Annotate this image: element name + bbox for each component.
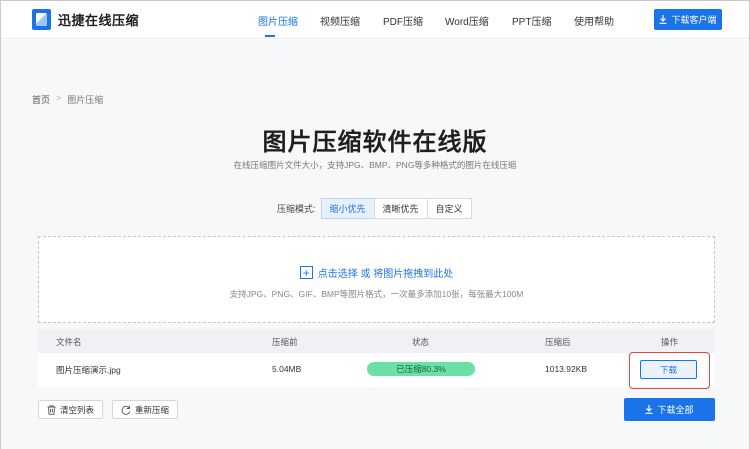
nav-item-help[interactable]: 使用帮助 xyxy=(574,13,614,28)
download-client-label: 下载客户端 xyxy=(671,15,717,25)
row-filename: 图片压缩演示.jpg xyxy=(56,365,121,375)
logo[interactable]: 迅捷在线压缩 xyxy=(32,9,139,30)
column-header-status: 状态 xyxy=(412,337,430,347)
download-icon xyxy=(659,15,667,24)
breadcrumb: 首页 > 图片压缩 xyxy=(32,93,103,106)
refresh-icon xyxy=(121,405,131,415)
breadcrumb-current: 图片压缩 xyxy=(67,95,104,105)
mode-option-custom[interactable]: 自定义 xyxy=(426,198,472,219)
row-size-before: 5.04MB xyxy=(272,364,302,374)
column-header-before: 压缩前 xyxy=(272,337,298,347)
recompress-button[interactable]: 重新压缩 xyxy=(112,400,179,419)
mode-option-quality-first[interactable]: 清晰优先 xyxy=(373,198,428,219)
download-icon xyxy=(645,405,653,414)
row-status-badge: 已压缩80.3% xyxy=(367,362,475,376)
nav-item-image-compress[interactable]: 图片压缩 xyxy=(258,13,298,28)
logo-zip-icon xyxy=(32,9,51,30)
column-header-action: 操作 xyxy=(661,337,679,347)
recompress-label: 重新压缩 xyxy=(135,404,170,415)
breadcrumb-home[interactable]: 首页 xyxy=(32,93,50,106)
row-download-button[interactable]: 下载 xyxy=(640,360,697,379)
nav-item-ppt-compress[interactable]: PPT压缩 xyxy=(512,13,551,28)
page-title: 图片压缩软件在线版 xyxy=(262,129,488,156)
nav-active-indicator xyxy=(265,35,275,37)
top-navbar: 迅捷在线压缩 图片压缩 视频压缩 PDF压缩 Word压缩 PPT压缩 使用帮助… xyxy=(1,1,749,39)
nav-item-pdf-compress[interactable]: PDF压缩 xyxy=(383,13,423,28)
column-header-after: 压缩后 xyxy=(545,337,571,347)
add-plus-icon: + xyxy=(299,266,313,279)
upload-prompt-row[interactable]: + 点击选择 或 将图片拖拽到此处 xyxy=(39,265,714,280)
logo-text: 迅捷在线压缩 xyxy=(58,13,140,28)
compression-mode-selector: 压缩模式: 缩小优先 清晰优先 自定义 xyxy=(277,198,472,219)
breadcrumb-separator: > xyxy=(56,93,62,103)
column-header-filename: 文件名 xyxy=(56,337,82,347)
download-all-button[interactable]: 下载全部 xyxy=(624,398,715,421)
upload-hint: 支持JPG、PNG、GIF、BMP等图片格式，一次最多添加10张，每张最大100… xyxy=(229,289,524,299)
table-header: 文件名 压缩前 状态 压缩后 操作 xyxy=(38,329,715,353)
upload-dropzone[interactable]: + 点击选择 或 将图片拖拽到此处 支持JPG、PNG、GIF、BMP等图片格式… xyxy=(38,236,715,323)
nav-item-video-compress[interactable]: 视频压缩 xyxy=(320,13,360,28)
mode-option-size-first[interactable]: 缩小优先 xyxy=(320,198,375,219)
nav-item-word-compress[interactable]: Word压缩 xyxy=(445,13,489,28)
page-subtitle: 在线压缩图片文件大小，支持JPG、BMP、PNG等多种格式的图片在线压缩 xyxy=(233,160,517,170)
clear-list-label: 清空列表 xyxy=(60,404,95,415)
trash-icon xyxy=(47,404,56,415)
file-table: 文件名 压缩前 状态 压缩后 操作 图片压缩演示.jpg 5.04MB 已压缩8… xyxy=(38,329,715,389)
row-size-after: 1013.92KB xyxy=(545,364,588,374)
upload-prompt[interactable]: 点击选择 或 将图片拖拽到此处 xyxy=(318,265,454,280)
download-all-label: 下载全部 xyxy=(657,405,694,415)
compression-mode-label: 压缩模式: xyxy=(277,204,316,214)
download-client-button[interactable]: 下载客户端 xyxy=(654,9,722,30)
clear-list-button[interactable]: 清空列表 xyxy=(38,400,104,419)
